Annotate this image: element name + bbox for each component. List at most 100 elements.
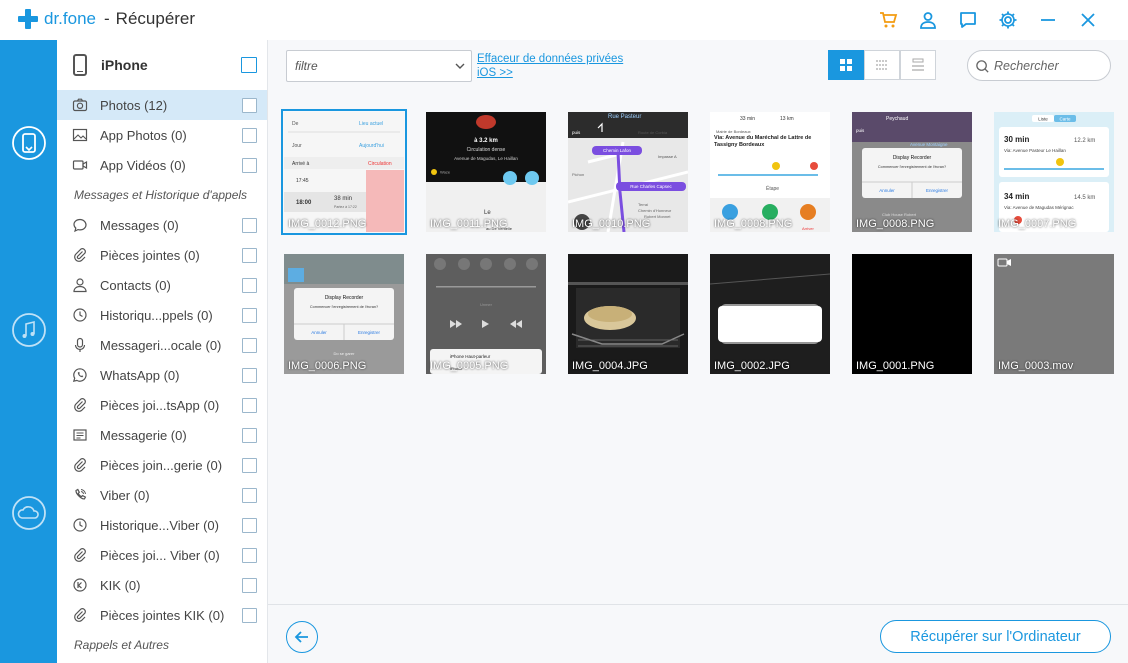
sidebar-item[interactable]: Messageri...ocale (0) [57, 330, 267, 360]
filter-dropdown[interactable]: filtre [286, 50, 472, 82]
svg-text:34 min: 34 min [1004, 192, 1029, 201]
search-input[interactable]: Rechercher [967, 50, 1111, 81]
recorder-dialog-screenshot: Peychaud puis Avenue Montaigne Display R… [852, 112, 972, 232]
photo-thumb[interactable]: Rue Pasteur puis Route de Corbia Impasse… [568, 112, 688, 232]
bright-light-photo [710, 254, 830, 374]
category-checkbox[interactable] [242, 277, 257, 293]
photo-thumb[interactable]: 33 min 13 km Mairie de Bordeaux Via: Ave… [710, 112, 830, 232]
sidebar-item[interactable]: Pièces join...gerie (0) [57, 450, 267, 480]
category-sidebar: iPhone Photos (12) App Photos (0) App Vidé… [57, 40, 268, 663]
video-thumb[interactable]: IMG_0003.mov [994, 254, 1114, 374]
category-checkbox[interactable] [242, 427, 257, 443]
sidebar-item[interactable]: Pièces jointes KIK (0) [57, 600, 267, 630]
svg-text:Display Recorder: Display Recorder [325, 295, 364, 301]
clock-icon [72, 517, 88, 533]
section-other-header: Rappels et Autres [74, 638, 169, 652]
map-navigation-screenshot: Rue Pasteur puis Route de Corbia Impasse… [568, 112, 688, 232]
category-checkbox[interactable] [242, 607, 257, 623]
settings-icon[interactable] [988, 8, 1028, 32]
recover-from-icloud-icon[interactable] [0, 473, 57, 553]
route-detail-screenshot: 33 min 13 km Mairie de Bordeaux Via: Ave… [710, 112, 830, 232]
category-checkbox[interactable] [242, 487, 257, 503]
messenger-icon [72, 427, 88, 443]
photo-thumb[interactable]: Display Recorder Commencer l'enregistrem… [284, 254, 404, 374]
photo-filename: IMG_0008.PNG [856, 218, 935, 230]
photo-thumb[interactable]: IMG_0002.JPG [710, 254, 830, 374]
category-checkbox[interactable] [242, 367, 257, 383]
photo-thumb[interactable]: IMG_0004.JPG [568, 254, 688, 374]
sidebar-item[interactable]: Contacts (0) [57, 270, 267, 300]
device-row[interactable]: iPhone [57, 40, 267, 90]
svg-text:Via: Avenue de Magudas Mérigna: Via: Avenue de Magudas Mérignac [1004, 205, 1074, 210]
section-messages-header: Messages et Historique d'appels [74, 188, 248, 202]
feedback-icon[interactable] [948, 8, 988, 32]
paperclip-icon [72, 247, 88, 263]
minimize-icon[interactable] [1028, 8, 1068, 32]
close-icon[interactable] [1068, 8, 1108, 32]
category-checkbox[interactable] [242, 127, 257, 143]
sidebar-item[interactable]: Viber (0) [57, 480, 267, 510]
sidebar-item[interactable]: Historiqu...ppels (0) [57, 300, 267, 330]
photo-thumb[interactable]: Liste Carte 30 min 12.2 km Via: Avenue P… [994, 112, 1114, 232]
clock-icon [72, 307, 88, 323]
brand-name: dr.fone [44, 9, 96, 28]
data-eraser-link[interactable]: Effaceur de données privées iOS >> [477, 52, 637, 80]
category-checkbox[interactable] [242, 457, 257, 473]
sidebar-item[interactable]: Historique...Viber (0) [57, 510, 267, 540]
sidebar-item-label: WhatsApp (0) [100, 367, 180, 383]
route-planner-screenshot: De Lieu actuel Jour Aujourd'hui Arrivé à… [284, 112, 404, 232]
user-icon[interactable] [908, 8, 948, 32]
photo-thumb[interactable]: à 3.2 km Circulation dense Avenue de Mag… [426, 112, 546, 232]
sidebar-item[interactable]: Pièces joi... Viber (0) [57, 540, 267, 570]
cart-icon[interactable] [868, 8, 908, 32]
recover-from-itunes-icon[interactable] [0, 290, 57, 370]
photo-filename: IMG_0006.PNG [288, 360, 367, 372]
video-icon [72, 157, 88, 173]
photo-filename: IMG_0004.JPG [572, 360, 648, 372]
detail-view-button[interactable] [900, 50, 936, 80]
photo-thumb[interactable]: Unmer iPhone Haut-parleur iPhone IMG_000… [426, 254, 546, 374]
sidebar-item[interactable]: KIK (0) [57, 570, 267, 600]
category-checkbox[interactable] [242, 217, 257, 233]
grid-view-button[interactable] [828, 50, 864, 80]
sidebar-item[interactable]: App Photos (0) [57, 120, 267, 150]
category-checkbox[interactable] [242, 307, 257, 323]
svg-text:Waze: Waze [440, 170, 451, 175]
svg-text:33 min: 33 min [740, 116, 755, 122]
category-checkbox[interactable] [242, 547, 257, 563]
svg-text:Avenue Montaigne: Avenue Montaigne [910, 142, 948, 147]
category-checkbox[interactable] [242, 577, 257, 593]
svg-text:Carte: Carte [1059, 117, 1071, 122]
sidebar-item[interactable]: Messagerie (0) [57, 420, 267, 450]
select-all-checkbox[interactable] [241, 57, 257, 73]
recover-from-device-icon[interactable] [0, 103, 57, 183]
oven-photo [568, 254, 688, 374]
sidebar-item[interactable]: WhatsApp (0) [57, 360, 267, 390]
category-checkbox[interactable] [242, 247, 257, 263]
photo-thumb[interactable]: IMG_0001.PNG [852, 254, 972, 374]
svg-text:Pichon: Pichon [572, 172, 584, 177]
recover-to-computer-button[interactable]: Récupérer sur l'Ordinateur [880, 620, 1111, 653]
photo-thumb[interactable]: Peychaud puis Avenue Montaigne Display R… [852, 112, 972, 232]
photo-filename: IMG_0002.JPG [714, 360, 790, 372]
svg-text:Avenue de Magudas, Le Haillan: Avenue de Magudas, Le Haillan [454, 156, 518, 161]
sidebar-item[interactable]: Pièces joi...tsApp (0) [57, 390, 267, 420]
sidebar-item[interactable]: Pièces jointes (0) [57, 240, 267, 270]
svg-text:12.2 km: 12.2 km [1074, 138, 1095, 144]
svg-text:Jour: Jour [292, 143, 302, 149]
svg-text:38 min: 38 min [334, 196, 352, 202]
photo-thumb[interactable]: De Lieu actuel Jour Aujourd'hui Arrivé à… [281, 109, 407, 235]
sidebar-item[interactable]: Messages (0) [57, 210, 267, 240]
category-checkbox[interactable] [242, 157, 257, 173]
back-button[interactable] [286, 621, 318, 653]
list-view-button[interactable] [864, 50, 900, 80]
sidebar-item[interactable]: App Vidéos (0) [57, 150, 267, 180]
category-checkbox[interactable] [242, 337, 257, 353]
category-checkbox[interactable] [242, 397, 257, 413]
category-checkbox[interactable] [242, 517, 257, 533]
svg-text:à 3.2 km: à 3.2 km [474, 138, 498, 144]
category-checkbox[interactable] [242, 97, 257, 113]
recorder-dialog-screenshot: Display Recorder Commencer l'enregistrem… [284, 254, 404, 374]
sidebar-item[interactable]: Photos (12) [57, 90, 267, 120]
svg-text:puis: puis [856, 128, 865, 133]
